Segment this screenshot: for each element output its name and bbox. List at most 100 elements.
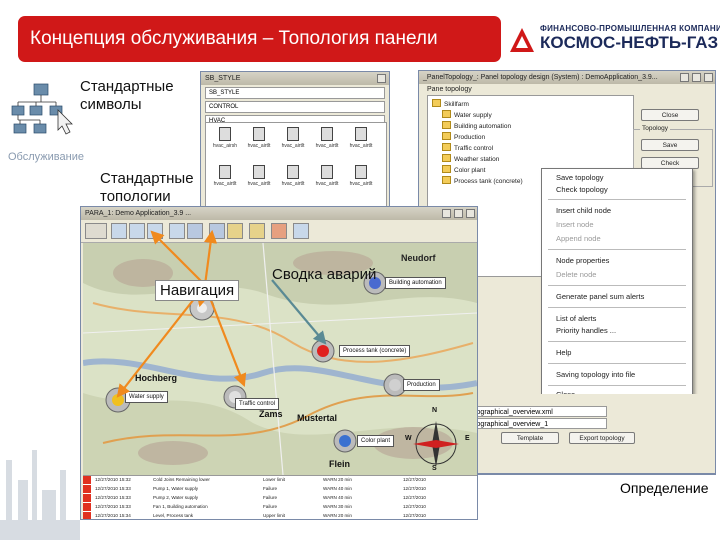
toolbar-print-button[interactable] xyxy=(293,223,309,239)
toolbar-stop-button[interactable] xyxy=(271,223,287,239)
alarm-state: Failure xyxy=(263,486,278,491)
tree-node-label: Water supply xyxy=(454,112,492,119)
menu-item-node-properties[interactable]: Node properties xyxy=(542,255,692,267)
menu-item-append-node[interactable]: Append node xyxy=(542,233,692,245)
water-supply-label[interactable]: Water supply xyxy=(125,391,168,403)
place-zams: Zams xyxy=(259,409,283,419)
symbols-category-field[interactable]: CONTROL xyxy=(205,101,385,113)
menu-item-priority-handles[interactable]: Priority handles ... xyxy=(542,325,692,337)
tree-node[interactable]: Weather station xyxy=(432,154,629,165)
symbol-label: hvac_airtlt xyxy=(247,181,271,187)
process-tank-label[interactable]: Process tank (concrete) xyxy=(339,345,411,357)
tree-node[interactable]: Building automation xyxy=(432,121,629,132)
save-button[interactable]: Save xyxy=(641,139,699,151)
toolbar-forward-button[interactable] xyxy=(147,223,163,239)
minimize-icon[interactable] xyxy=(680,73,689,82)
menu-item-generate-panel-sum-alerts[interactable]: Generate panel sum alerts xyxy=(542,291,692,303)
alarm-time: 12/27/2010 15:33 xyxy=(95,504,131,509)
compass-east: E xyxy=(465,435,470,442)
alarm-state: Failure xyxy=(263,495,278,500)
symbol-item[interactable]: hvac_airtlt xyxy=(244,165,274,195)
alarm-row[interactable]: 12/27/2010 15:33 Pump 1, Water supply Fa… xyxy=(83,485,477,493)
alarm-row[interactable]: 12/27/2010 15:33 Fan 1, Building automat… xyxy=(83,503,477,511)
symbol-item[interactable]: hvac_airtlt xyxy=(346,165,376,195)
symbols-grid: hvac_airsh hvac_airtlt hvac_airtlt hvac_… xyxy=(205,122,387,210)
close-icon[interactable] xyxy=(704,73,713,82)
topology-window-title: _PanelTopology_: Panel topology design (… xyxy=(423,74,658,81)
building-automation-label[interactable]: Building automation xyxy=(385,277,446,289)
compass-south: S xyxy=(432,465,437,472)
alarm-severity-icon xyxy=(83,485,91,493)
folder-icon xyxy=(442,165,451,173)
alarm-severity-icon xyxy=(83,494,91,502)
alarm-priority: WARN 30 min xyxy=(323,504,352,509)
production-label[interactable]: Production xyxy=(403,379,440,391)
toolbar-zoom-button[interactable] xyxy=(209,223,225,239)
toolbar-summary-button[interactable] xyxy=(249,223,265,239)
label-standard-symbols: Стандартные символы xyxy=(80,78,174,113)
alarm-row[interactable]: 12/27/2010 15:34 Level, Process tank Upp… xyxy=(83,512,477,519)
symbol-item[interactable]: hvac_airsh xyxy=(210,127,240,157)
alarm-row[interactable]: 12/27/2010 15:33 Pump 2, Water supply Fa… xyxy=(83,494,477,502)
tree-node-label: Weather station xyxy=(454,156,500,163)
toolbar-home-button[interactable] xyxy=(111,223,127,239)
template-button[interactable]: Template xyxy=(501,432,559,444)
alarm-severity-icon xyxy=(83,512,91,519)
tree-node[interactable]: Skillfarm xyxy=(432,99,629,110)
map-window-titlebar[interactable]: PARA_1: Demo Application_3.9 ... xyxy=(81,207,477,220)
symbol-item[interactable]: hvac_airtlt xyxy=(312,165,342,195)
tree-node-label: Traffic control xyxy=(454,145,494,152)
color-plant-marker-icon[interactable] xyxy=(333,429,357,453)
alarm-table: 12/27/2010 15:32 Cold Joins Remaining lo… xyxy=(83,475,477,519)
close-icon[interactable] xyxy=(377,74,386,83)
menu-item-saving-topology-into-file[interactable]: Saving topology into file xyxy=(542,369,692,381)
alarm-row[interactable]: 12/27/2010 15:32 Cold Joins Remaining lo… xyxy=(83,476,477,484)
close-icon[interactable] xyxy=(466,209,475,218)
menu-item-help[interactable]: Help xyxy=(542,347,692,359)
alarm-priority: WARN 40 min xyxy=(323,486,352,491)
menu-item-list-of-alerts[interactable]: List of alerts xyxy=(542,313,692,325)
symbol-item[interactable]: hvac_airtlt xyxy=(346,127,376,157)
tree-node[interactable]: Traffic control xyxy=(432,143,629,154)
menu-item-insert-node[interactable]: Insert node xyxy=(542,219,692,231)
folder-icon xyxy=(442,121,451,129)
toolbar-overview-button[interactable] xyxy=(187,223,203,239)
alarm-severity-icon xyxy=(83,476,91,484)
symbol-item[interactable]: hvac_airtlt xyxy=(210,165,240,195)
symbol-label: hvac_airsh xyxy=(212,143,238,149)
minimize-icon[interactable] xyxy=(442,209,451,218)
symbol-item[interactable]: hvac_airtlt xyxy=(278,127,308,157)
menu-separator xyxy=(548,285,686,286)
compass-north: N xyxy=(432,407,438,414)
menu-item-check-topology[interactable]: Check topology xyxy=(542,184,692,196)
maximize-icon[interactable] xyxy=(692,73,701,82)
symbol-label: hvac_airtlt xyxy=(315,143,339,149)
place-mustertal: Mustertal xyxy=(297,413,338,423)
menu-item-save-topology[interactable]: Save topology xyxy=(542,172,692,184)
alarm-severity-icon xyxy=(83,503,91,511)
symbol-label: hvac_airtlt xyxy=(281,181,305,187)
maximize-icon[interactable] xyxy=(454,209,463,218)
close-button[interactable]: Close xyxy=(641,109,699,121)
menu-separator xyxy=(548,307,686,308)
color-plant-label[interactable]: Color plant xyxy=(357,435,395,447)
topology-window-titlebar[interactable]: _PanelTopology_: Panel topology design (… xyxy=(419,71,715,84)
toolbar-alarm-button[interactable] xyxy=(227,223,243,239)
toolbar-back-button[interactable] xyxy=(129,223,145,239)
callout-navigation: Навигация xyxy=(155,280,240,301)
toolbar-navigation-button[interactable] xyxy=(169,223,185,239)
symbol-item[interactable]: hvac_airtlt xyxy=(312,127,342,157)
tree-node[interactable]: Water supply xyxy=(432,110,629,121)
tree-node[interactable]: Production xyxy=(432,132,629,143)
menu-item-insert-child-node[interactable]: Insert child node xyxy=(542,205,692,217)
export-topology-button[interactable]: Export topology xyxy=(569,432,635,444)
symbol-item[interactable]: hvac_airtlt xyxy=(278,165,308,195)
process-tank-marker-icon[interactable] xyxy=(311,339,335,363)
symbol-item[interactable]: hvac_airtlt xyxy=(244,127,274,157)
alarm-priority: WARN 20 min xyxy=(323,477,352,482)
menu-separator xyxy=(548,385,686,386)
symbols-style-field[interactable]: SB_STYLE xyxy=(205,87,385,99)
menu-item-delete-node[interactable]: Delete node xyxy=(542,269,692,281)
symbols-window-titlebar[interactable]: SB_STYLE xyxy=(201,72,389,85)
toolbar-menu-button[interactable] xyxy=(85,223,107,239)
